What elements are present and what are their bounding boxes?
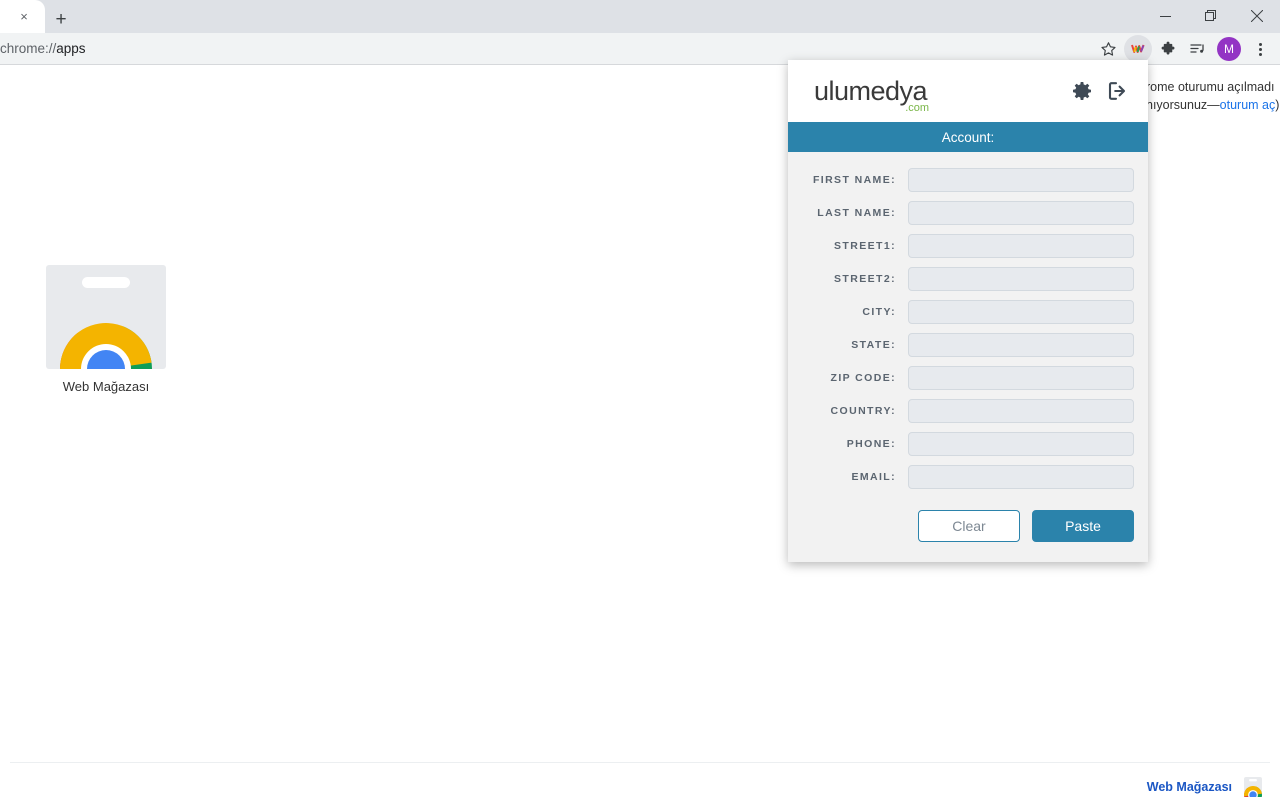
logo-word: ulumedya xyxy=(814,75,928,106)
paste-button[interactable]: Paste xyxy=(1032,510,1134,542)
app-tile-label: Web Mağazası xyxy=(62,379,150,394)
logo-dotcom: .com xyxy=(905,101,930,114)
address-bar[interactable]: chrome://apps xyxy=(0,41,86,56)
app-tile-web-store[interactable]: Web Mağazası xyxy=(46,265,166,394)
url-scheme: chrome:// xyxy=(0,41,57,56)
close-button[interactable] xyxy=(1234,0,1280,32)
chrome-menu-icon[interactable] xyxy=(1246,35,1274,63)
footer-divider xyxy=(10,762,1270,763)
window-controls xyxy=(1142,0,1280,32)
ulumedya-logo: ulumedya .com xyxy=(814,75,929,113)
toolbar-icons: M xyxy=(1094,35,1274,63)
label-city: CITY: xyxy=(862,306,896,318)
label-last-name: LAST NAME: xyxy=(817,207,896,219)
field-row-country: COUNTRY: xyxy=(788,399,1134,423)
field-row-street1: STREET1: xyxy=(788,234,1134,258)
web-store-link[interactable]: Web Mağazası xyxy=(1147,777,1264,797)
restore-button[interactable] xyxy=(1188,0,1234,32)
input-email[interactable] xyxy=(908,465,1134,489)
input-country[interactable] xyxy=(908,399,1134,423)
tab-strip: × + xyxy=(0,0,1280,33)
signin-notice: rome oturumu açılmadı nıyorsunuz—oturum … xyxy=(1146,78,1280,114)
label-street2: STREET2: xyxy=(834,273,896,285)
field-row-zip-code: ZIP CODE: xyxy=(788,366,1134,390)
tab-close-icon[interactable]: × xyxy=(16,9,32,25)
label-first-name: FIRST NAME: xyxy=(812,174,896,186)
url-path: apps xyxy=(56,41,86,56)
label-street1: STREET1: xyxy=(834,240,896,252)
profile-avatar[interactable]: M xyxy=(1217,37,1241,61)
label-email: EMAIL: xyxy=(851,471,896,483)
signin-notice-line1: rome oturumu açılmadı xyxy=(1146,80,1275,94)
input-street2[interactable] xyxy=(908,267,1134,291)
input-city[interactable] xyxy=(908,300,1134,324)
input-first-name[interactable] xyxy=(908,168,1134,192)
logout-icon[interactable] xyxy=(1106,79,1130,103)
field-row-street2: STREET2: xyxy=(788,267,1134,291)
field-row-first-name: FIRST NAME: xyxy=(788,168,1134,192)
label-state: STATE: xyxy=(851,339,896,351)
account-form: FIRST NAME: LAST NAME: STREET1: STREET2:… xyxy=(788,152,1148,489)
clear-button[interactable]: Clear xyxy=(918,510,1020,542)
web-store-link-label: Web Mağazası xyxy=(1146,780,1232,794)
media-playlist-icon[interactable] xyxy=(1184,35,1212,63)
field-row-last-name: LAST NAME: xyxy=(788,201,1134,225)
popup-header: ulumedya .com xyxy=(788,60,1148,122)
input-zip-code[interactable] xyxy=(908,366,1134,390)
label-zip-code: ZIP CODE: xyxy=(830,372,896,384)
input-last-name[interactable] xyxy=(908,201,1134,225)
signin-link[interactable]: oturum aç xyxy=(1220,98,1276,112)
minimize-button[interactable] xyxy=(1142,0,1188,32)
field-row-email: EMAIL: xyxy=(788,465,1134,489)
ulumedya-extension-icon[interactable] xyxy=(1124,35,1152,63)
popup-header-icons xyxy=(1070,79,1130,103)
field-row-city: CITY: xyxy=(788,300,1134,324)
input-phone[interactable] xyxy=(908,432,1134,456)
input-street1[interactable] xyxy=(908,234,1134,258)
account-bar: Account: xyxy=(788,122,1148,152)
extensions-puzzle-icon[interactable] xyxy=(1154,35,1182,63)
web-store-icon xyxy=(46,265,166,369)
web-store-small-icon xyxy=(1244,777,1262,797)
signin-notice-line2: nıyorsunuz—oturum aç) xyxy=(1146,98,1280,112)
extension-popup: ulumedya .com Account: FIRST NAME: LAST … xyxy=(788,60,1148,562)
label-phone: PHONE: xyxy=(846,438,896,450)
bookmark-star-icon[interactable] xyxy=(1094,35,1122,63)
field-row-phone: PHONE: xyxy=(788,432,1134,456)
popup-actions: Clear Paste xyxy=(788,498,1148,562)
label-country: COUNTRY: xyxy=(830,405,896,417)
field-row-state: STATE: xyxy=(788,333,1134,357)
gear-icon[interactable] xyxy=(1070,79,1094,103)
new-tab-button[interactable]: + xyxy=(48,7,74,33)
input-state[interactable] xyxy=(908,333,1134,357)
